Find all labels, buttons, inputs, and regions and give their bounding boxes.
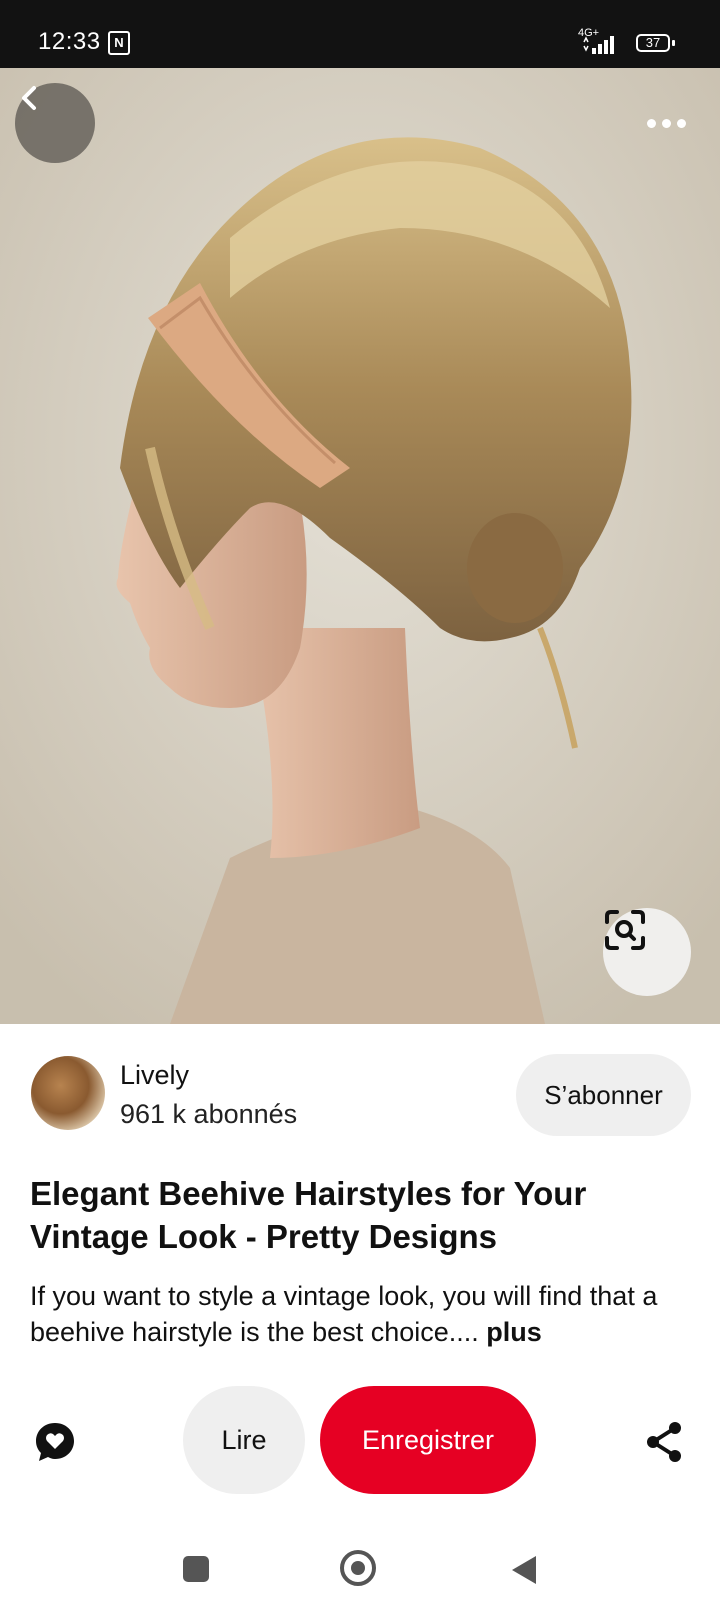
- pin-description-text: If you want to style a vintage look, you…: [30, 1281, 658, 1347]
- pin-image[interactable]: [0, 68, 720, 1024]
- home-icon[interactable]: [340, 1550, 376, 1586]
- back-triangle-icon[interactable]: [510, 1554, 538, 1586]
- recents-icon[interactable]: [183, 1556, 209, 1582]
- more-horizontal-icon: [646, 118, 656, 128]
- back-button[interactable]: [15, 83, 95, 163]
- more-link[interactable]: plus: [486, 1317, 542, 1347]
- battery-icon: 37: [636, 34, 670, 52]
- pin-title: Elegant Beehive Hairstyles for Your Vint…: [30, 1175, 587, 1255]
- system-nav-bar: [0, 1510, 720, 1600]
- more-horizontal-icon: [676, 118, 686, 128]
- chevron-left-icon: [22, 86, 36, 110]
- creator-followers: 961 k abonnés: [120, 1099, 298, 1129]
- visual-search-button[interactable]: [603, 908, 691, 996]
- follow-button[interactable]: S’abonner: [516, 1054, 691, 1136]
- comment-icon[interactable]: [33, 1420, 77, 1464]
- creator-avatar[interactable]: [31, 1056, 105, 1130]
- status-bar: 12:33 N 4G+ 37: [0, 0, 720, 68]
- read-button[interactable]: Lire: [183, 1386, 305, 1494]
- hairstyle-photo: [0, 68, 720, 1024]
- save-button[interactable]: Enregistrer: [320, 1386, 536, 1494]
- nfc-icon: N: [108, 31, 130, 55]
- signal-icon: [583, 36, 614, 54]
- share-icon[interactable]: [644, 1420, 684, 1464]
- pin-description: If you want to style a vintage look, you…: [30, 1278, 700, 1350]
- more-horizontal-icon: [661, 118, 671, 128]
- more-options-button[interactable]: [636, 108, 696, 138]
- visual-search-icon: [605, 910, 645, 950]
- creator-name[interactable]: Lively: [120, 1060, 189, 1091]
- battery-tip: [672, 40, 675, 46]
- status-time: 12:33: [38, 28, 101, 55]
